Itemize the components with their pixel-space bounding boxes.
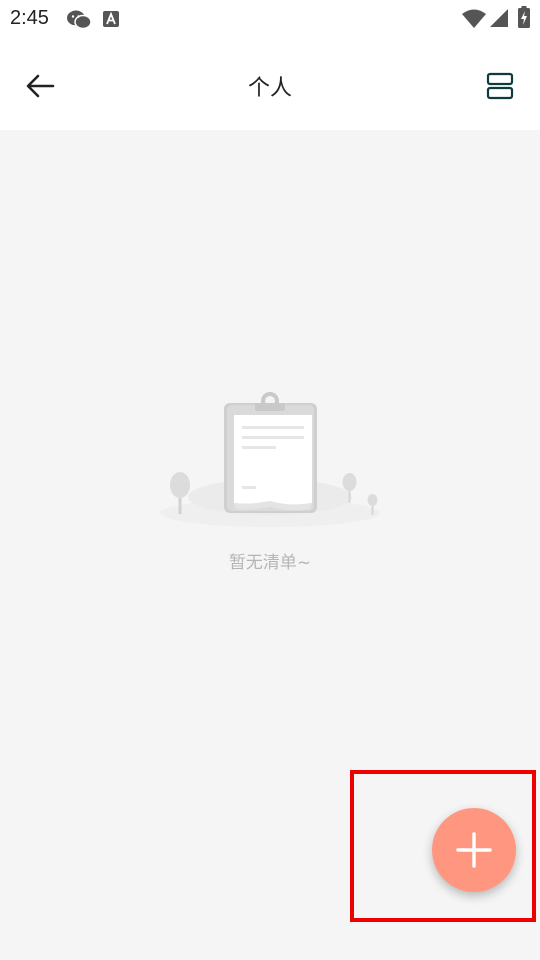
add-list-button[interactable] [432, 808, 516, 892]
page-title: 个人 [247, 76, 292, 101]
empty-clipboard-illustration [150, 385, 390, 535]
screen: 2:45 个人 暂无清单~ [0, 0, 540, 960]
view-split-icon [486, 72, 514, 100]
signal-icon [489, 8, 509, 32]
status-bar: 2:45 [0, 0, 540, 40]
layout-toggle-button[interactable] [480, 66, 520, 106]
wechat-icon [66, 9, 92, 35]
empty-state-text: 暂无清单~ [228, 553, 312, 573]
status-time: 2:45 [10, 7, 49, 29]
plus-icon [456, 832, 492, 868]
app-bar: 个人 [0, 40, 540, 130]
a-notification-icon [102, 10, 120, 32]
battery-charging-icon [518, 6, 530, 32]
wifi-icon [462, 9, 486, 33]
